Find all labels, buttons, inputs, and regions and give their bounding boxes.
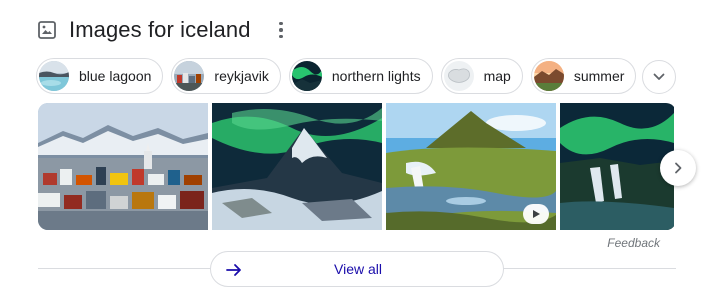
more-vert-icon[interactable] <box>276 20 286 40</box>
map-thumbnail <box>443 61 474 91</box>
play-icon <box>533 210 540 218</box>
section-title: Images for iceland <box>69 17 251 42</box>
blue-lagoon-thumbnail <box>39 61 69 91</box>
chip-label: reykjavik <box>214 68 269 84</box>
chip-northern-lights[interactable]: northern lights <box>288 58 433 94</box>
reykjavik-city[interactable] <box>38 103 208 230</box>
view-all-button[interactable]: View all <box>210 251 504 287</box>
video-badge <box>523 204 549 224</box>
arrow-right-icon <box>226 264 241 276</box>
chip-reykjavik[interactable]: reykjavik <box>171 58 281 94</box>
chevron-right-icon <box>675 162 682 174</box>
chip-label: map <box>483 68 511 84</box>
aurora-kirkjufell[interactable] <box>212 103 382 230</box>
reykjavik-thumbnail <box>174 61 205 91</box>
chip-blue-lagoon[interactable]: blue lagoon <box>36 58 164 94</box>
expand-chips-button[interactable] <box>642 60 676 94</box>
image-gallery <box>38 103 676 230</box>
chip-summer[interactable]: summer <box>530 58 637 94</box>
chip-label: blue lagoon <box>79 68 152 84</box>
summer-thumbnail <box>533 61 564 91</box>
image-icon <box>38 21 56 39</box>
feedback-link[interactable]: Feedback <box>607 236 660 250</box>
chevron-down-icon <box>653 73 665 80</box>
chip-label: northern lights <box>331 68 421 84</box>
aurora-waterfall[interactable] <box>560 103 674 230</box>
view-all-label: View all <box>334 261 382 277</box>
northern-lights-thumbnail <box>291 61 322 91</box>
images-header: Images for iceland <box>38 14 283 46</box>
chip-map[interactable]: map <box>440 58 523 94</box>
refinement-chips: blue lagoon reykjavik northern lights ma… <box>36 58 637 94</box>
chip-label: summer <box>573 68 625 84</box>
next-images-button[interactable] <box>660 150 696 186</box>
